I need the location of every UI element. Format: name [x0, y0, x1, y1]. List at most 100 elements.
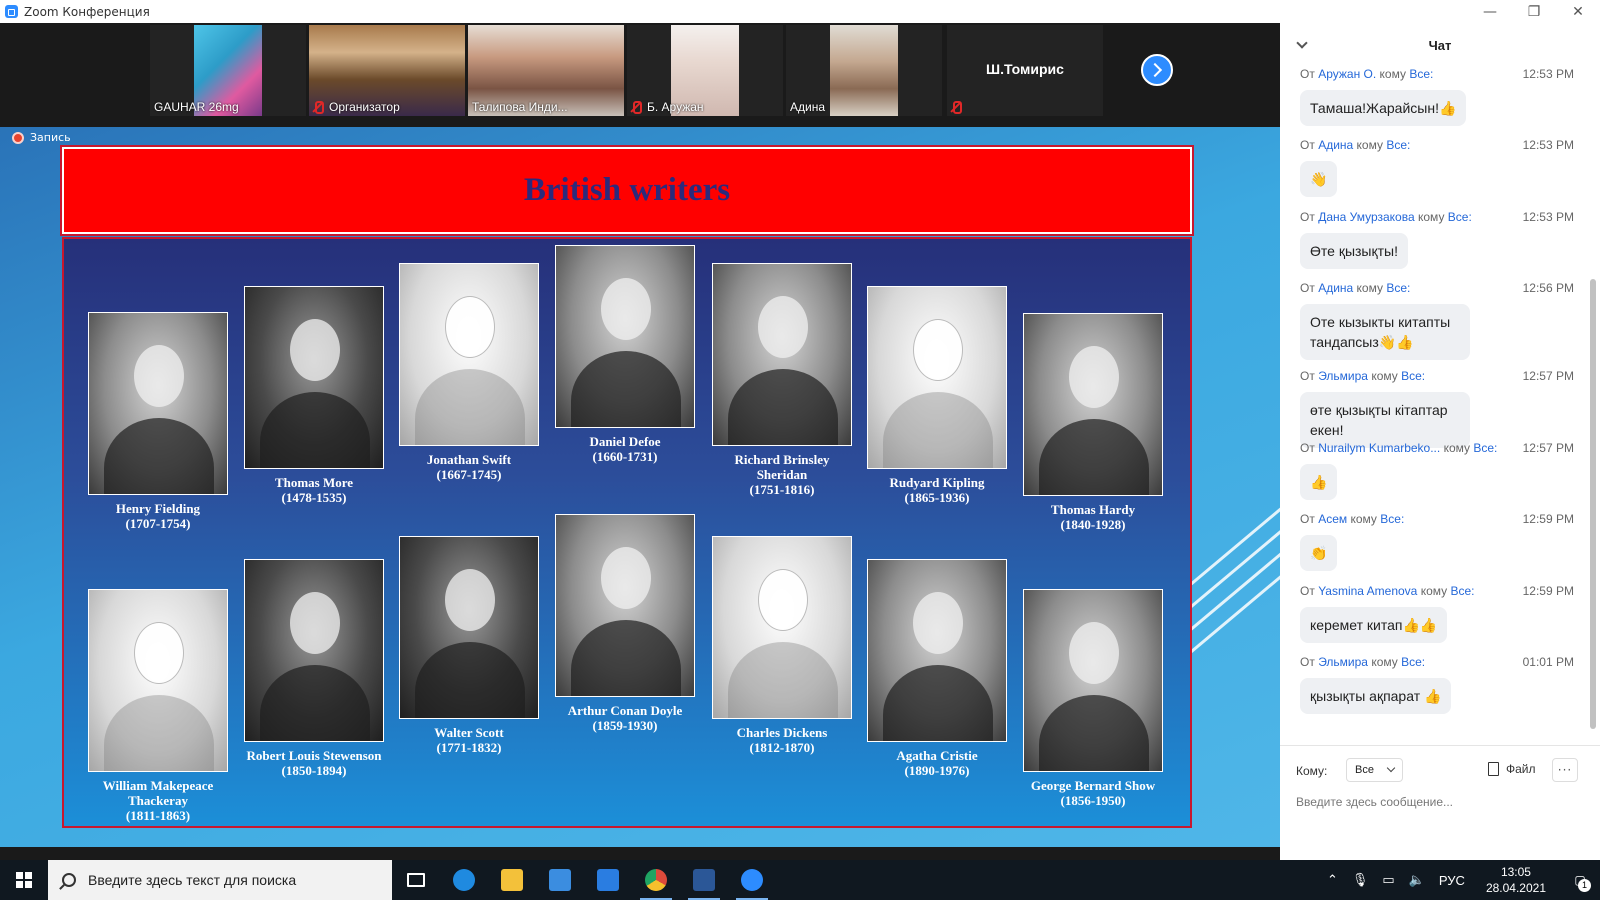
- sender-name[interactable]: Адина: [1318, 281, 1353, 295]
- edge-icon[interactable]: [440, 860, 488, 900]
- file-icon: [1488, 762, 1499, 776]
- more-options-button[interactable]: ···: [1552, 758, 1578, 782]
- next-page-arrow-icon[interactable]: [1141, 54, 1173, 86]
- to-word: кому: [1371, 655, 1398, 669]
- recipient-name[interactable]: Все:: [1448, 210, 1472, 224]
- zoom-icon[interactable]: [728, 860, 776, 900]
- recipient-name[interactable]: Все:: [1451, 584, 1475, 598]
- message-meta: От Аружан О. кому Все: 12:53 PM: [1300, 67, 1580, 81]
- chat-header: Чат: [1280, 23, 1600, 67]
- writer-card: Charles Dickens (1812-1870): [712, 536, 852, 755]
- word-icon[interactable]: [680, 860, 728, 900]
- participant-name: Адина: [790, 100, 826, 114]
- writer-card: Thomas Hardy (1840-1928): [1023, 313, 1163, 532]
- from-label: От: [1300, 441, 1315, 455]
- chevron-down-icon[interactable]: [1296, 37, 1308, 49]
- task-view-icon[interactable]: [392, 860, 440, 900]
- mic-muted-icon: [630, 101, 642, 114]
- participant-tile[interactable]: Организатор: [309, 25, 465, 116]
- recipient-name[interactable]: Все:: [1409, 67, 1433, 81]
- recording-indicator[interactable]: Запись: [12, 131, 71, 144]
- chat-message: От Дана Умурзакова кому Все: 12:53 PM Өте …: [1300, 210, 1580, 269]
- writer-portrait: [88, 589, 228, 772]
- sender-name[interactable]: Дана Умурзакова: [1318, 210, 1414, 224]
- sender-name[interactable]: Эльмира: [1318, 655, 1368, 669]
- participant-name: GAUHAR 26mg: [154, 100, 239, 114]
- clock[interactable]: 13:05 28.04.2021: [1486, 864, 1546, 896]
- writer-portrait: [867, 286, 1007, 469]
- sender-name[interactable]: Yasmina Amenova: [1318, 584, 1417, 598]
- chat-panel: Чат От Аружан О. кому Все: 12:53 PM Тамаша…: [1280, 23, 1600, 860]
- recipient-name[interactable]: Все:: [1401, 655, 1425, 669]
- participant-tile-active[interactable]: Талипова Инди...: [468, 25, 624, 116]
- writer-years: (1660-1731): [592, 449, 658, 464]
- writer-name: Thomas More: [274, 475, 354, 490]
- to-word: кому: [1356, 281, 1383, 295]
- sender-name[interactable]: Адина: [1318, 138, 1353, 152]
- store-icon[interactable]: [536, 860, 584, 900]
- volume-icon[interactable]: 🔈: [1409, 872, 1425, 888]
- participant-tile[interactable]: Адина: [786, 25, 942, 116]
- sender-name[interactable]: Эльмира: [1318, 369, 1368, 383]
- recipient-select[interactable]: Все: [1346, 758, 1403, 782]
- sender-name[interactable]: Асем: [1318, 512, 1347, 526]
- microphone-icon[interactable]: 🎙: [1352, 872, 1369, 888]
- participant-tile[interactable]: GAUHAR 26mg: [150, 25, 306, 116]
- window-titlebar: Zoom Конференция — ❐ ✕: [0, 0, 1600, 23]
- notifications-button[interactable]: ▢ 1: [1560, 860, 1600, 900]
- message-bubble: 👍: [1300, 464, 1338, 500]
- network-icon[interactable]: ▭: [1382, 872, 1394, 888]
- sender-name[interactable]: Nurailym Kumarbeko...: [1318, 441, 1440, 455]
- message-meta: От Эльмира кому Все: 01:01 PM: [1300, 655, 1580, 669]
- to-word: кому: [1350, 512, 1377, 526]
- participant-tile[interactable]: Б. Аружан: [627, 25, 783, 116]
- chevron-up-icon[interactable]: ⌃: [1327, 872, 1338, 888]
- writer-years: (1771-1832): [436, 740, 502, 755]
- recipient-name[interactable]: Все:: [1401, 369, 1425, 383]
- chat-message: От Nurailym Kumarbeko... кому Все: 12:57 …: [1300, 441, 1580, 500]
- close-button[interactable]: ✕: [1556, 0, 1600, 23]
- search-input[interactable]: [88, 872, 368, 888]
- recipient-name[interactable]: Все:: [1380, 512, 1404, 526]
- explorer-app-glyph: [501, 869, 523, 891]
- message-bubble: 👋: [1300, 161, 1338, 197]
- writer-card: Thomas More (1478-1535): [244, 286, 384, 505]
- taskbar: ⌃ 🎙 ▭ 🔈 РУС 13:05 28.04.2021 ▢ 1: [0, 860, 1600, 900]
- start-button[interactable]: [0, 860, 48, 900]
- edge-app-glyph: [453, 869, 475, 891]
- language-indicator[interactable]: РУС: [1439, 873, 1465, 888]
- chat-message-list[interactable]: От Аружан О. кому Все: 12:53 PM Тамаша!Жар…: [1280, 67, 1586, 747]
- recipient-name[interactable]: Все:: [1386, 138, 1410, 152]
- sender-name[interactable]: Аружан О.: [1318, 67, 1376, 81]
- mail-icon[interactable]: [584, 860, 632, 900]
- writer-portrait: [1023, 589, 1163, 772]
- file-button[interactable]: Файл: [1488, 762, 1536, 776]
- writer-card: Arthur Conan Doyle (1859-1930): [555, 514, 695, 733]
- recipient-name[interactable]: Все:: [1386, 281, 1410, 295]
- participant-tile[interactable]: Ш.Томирис: [947, 25, 1103, 116]
- chat-scrollbar[interactable]: [1590, 69, 1596, 749]
- to-word: кому: [1379, 67, 1406, 81]
- explorer-icon[interactable]: [488, 860, 536, 900]
- writer-portrait: [712, 536, 852, 719]
- writer-card: George Bernard Show (1856-1950): [1023, 589, 1163, 808]
- message-time: 12:53 PM: [1522, 210, 1574, 224]
- minimize-button[interactable]: —: [1468, 0, 1512, 23]
- window-title: Zoom Конференция: [24, 4, 150, 19]
- writer-portrait: [1023, 313, 1163, 496]
- writer-card: Henry Fielding (1707-1754): [88, 312, 228, 531]
- message-meta: От Эльмира кому Все: 12:57 PM: [1300, 369, 1580, 383]
- to-label: Кому:: [1296, 764, 1328, 778]
- chrome-icon[interactable]: [632, 860, 680, 900]
- writer-card: Robert Louis Stewenson (1850-1894): [244, 559, 384, 778]
- restore-button[interactable]: ❐: [1512, 0, 1556, 23]
- writer-years: (1890-1976): [904, 763, 970, 778]
- file-label: Файл: [1506, 762, 1536, 776]
- message-input[interactable]: [1296, 790, 1586, 814]
- writer-years: (1859-1930): [592, 718, 658, 733]
- recipient-name[interactable]: Все:: [1473, 441, 1497, 455]
- taskbar-search[interactable]: [48, 860, 392, 900]
- windows-icon: [16, 872, 32, 888]
- message-time: 12:57 PM: [1522, 441, 1574, 455]
- writer-card: Agatha Cristie (1890-1976): [867, 559, 1007, 778]
